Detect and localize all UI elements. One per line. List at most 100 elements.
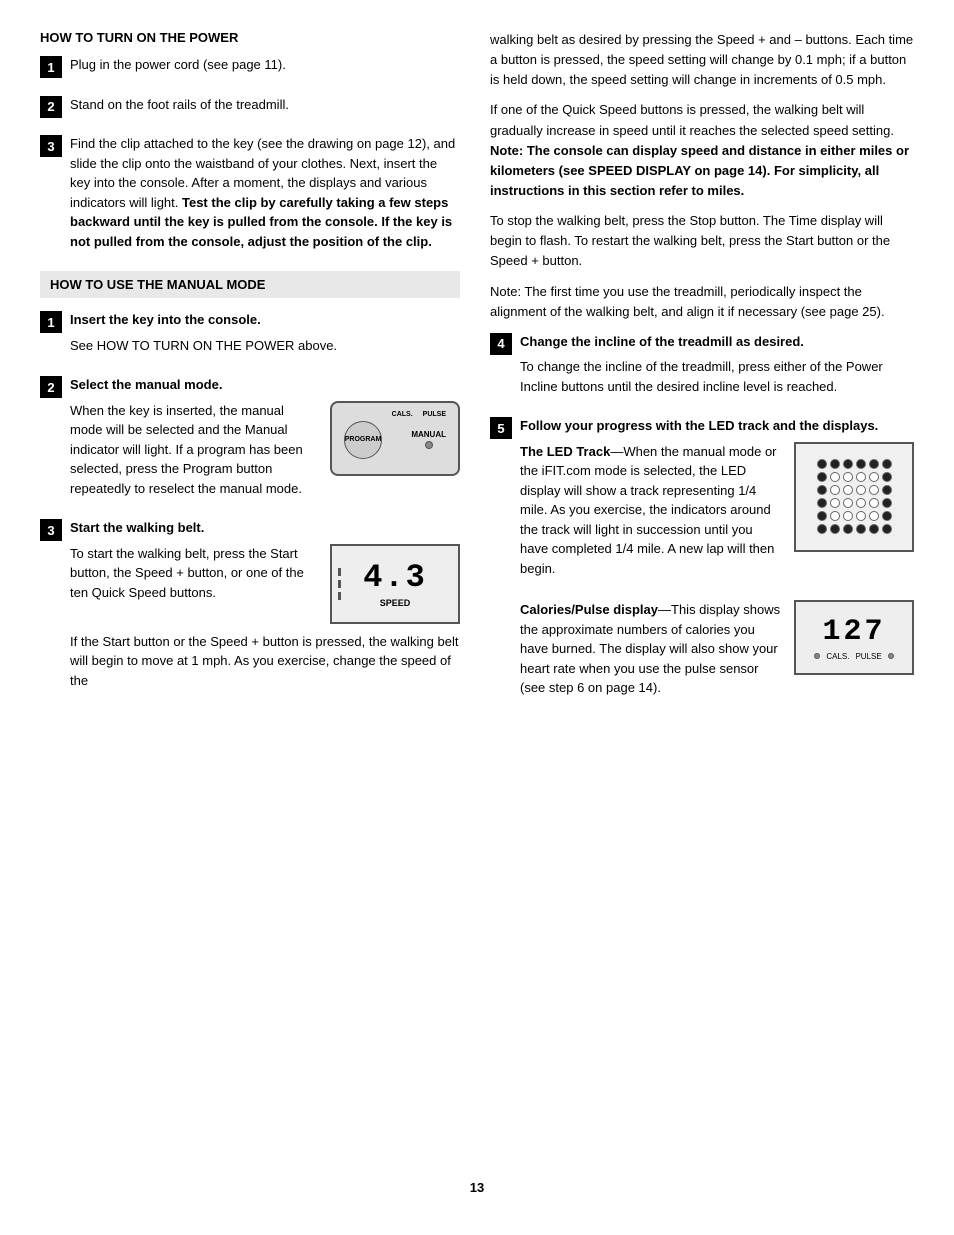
led-dot [817,485,827,495]
page-number: 13 [40,1180,914,1195]
pulse-indicator-dot [888,653,894,659]
right-step-5: 5 Follow your progress with the LED trac… [490,416,914,704]
console-cals-label: CALS. [392,411,413,418]
right-top-text: walking belt as desired by pressing the … [490,30,914,322]
tick2 [338,580,341,588]
led-dot [869,498,879,508]
led-dot [882,459,892,469]
led-dot [817,524,827,534]
led-track-bold: The LED Track [520,444,610,459]
led-dot [817,498,827,508]
left-column: HOW TO TURN ON THE POWER 1 Plug in the p… [40,30,460,1160]
manual-indicator-label: MANUAL [411,430,446,439]
pulse-footer-label: PULSE [855,652,881,661]
led-dot [843,524,853,534]
manual-step2-content: Select the manual mode. When the key is … [70,375,460,504]
led-row-4 [817,498,892,508]
led-dot [882,524,892,534]
right-step-4: 4 Change the incline of the treadmill as… [490,332,914,403]
right-para2: If one of the Quick Speed buttons is pre… [490,100,914,201]
program-label: PROGRAM [345,436,382,443]
step-1-power: 1 Plug in the power cord (see page 11). [40,55,460,81]
manual-step1-text: See HOW TO TURN ON THE POWER above. [70,336,460,356]
manual-step2-text: When the key is inserted, the manual mod… [70,401,320,505]
manual-step3-content: Start the walking belt. To start the wal… [70,518,460,696]
led-dot [830,498,840,508]
led-row-2 [817,472,892,482]
led-track-illustration [794,442,914,552]
manual-step1-badge: 1 [40,311,62,333]
console-illustration: CALS. PULSE PROGRAM MANUAL [330,401,460,476]
led-dot [830,524,840,534]
led-dot [856,498,866,508]
led-dot [843,485,853,495]
step5-badge: 5 [490,417,512,439]
step-3-power: 3 Find the clip attached to the key (see… [40,134,460,257]
led-dot [869,524,879,534]
cals-indicator-dot [814,653,820,659]
manual-step-2: 2 Select the manual mode. When the key i… [40,375,460,504]
led-track-content: —When the manual mode or the iFIT.com mo… [520,444,777,576]
led-dot [843,511,853,521]
led-dot [817,472,827,482]
step5-content: Follow your progress with the LED track … [520,416,914,704]
step4-content: Change the incline of the treadmill as d… [520,332,914,403]
cals-footer: CALS. PULSE [814,652,893,661]
led-dot [830,485,840,495]
led-dot [882,485,892,495]
two-column-layout: HOW TO TURN ON THE POWER 1 Plug in the p… [40,30,914,1160]
manual-step-3: 3 Start the walking belt. To start the w… [40,518,460,696]
led-dot [882,472,892,482]
led-dot [843,459,853,469]
right-para3: To stop the walking belt, press the Stop… [490,211,914,271]
step3-content: Find the clip attached to the key (see t… [70,134,460,257]
led-track-section: The LED Track—When the manual mode or th… [520,442,914,585]
led-dot [856,485,866,495]
right-para2-bold: Note: The console can display speed and … [490,143,909,198]
section1-title: HOW TO TURN ON THE POWER [40,30,460,45]
step4-text: To change the incline of the treadmill, … [520,357,914,396]
right-column: walking belt as desired by pressing the … [490,30,914,1160]
section2-title: HOW TO USE THE MANUAL MODE [40,271,460,298]
led-dot [856,459,866,469]
cals-para: Calories/Pulse display—This display show… [520,600,784,698]
cals-bold: Calories/Pulse display [520,602,658,617]
manual-step3-with-image: To start the walking belt, press the Sta… [70,544,460,624]
program-button[interactable]: PROGRAM [344,421,382,459]
tick1 [338,568,341,576]
led-track-text: The LED Track—When the manual mode or th… [520,442,784,585]
led-dot [843,498,853,508]
led-row-1 [817,459,892,469]
step1-content: Plug in the power cord (see page 11). [70,55,460,81]
right-para4: Note: The first time you use the treadmi… [490,282,914,322]
manual-step2-para: When the key is inserted, the manual mod… [70,401,320,499]
manual-step1-bold: Insert the key into the console. [70,310,460,330]
led-dot [830,472,840,482]
cals-footer-label: CALS. [826,652,849,661]
console-pulse-label: PULSE [423,411,446,418]
led-row-6 [817,524,892,534]
led-dot [869,485,879,495]
manual-step3-para1: To start the walking belt, press the Sta… [70,544,320,603]
led-row-5 [817,511,892,521]
led-dot [817,511,827,521]
calories-pulse-section: Calories/Pulse display—This display show… [520,600,914,704]
led-dot [856,524,866,534]
manual-step2-bold: Select the manual mode. [70,377,222,392]
led-dot [830,459,840,469]
led-grid [817,459,892,534]
manual-step3-text: To start the walking belt, press the Sta… [70,544,320,609]
cals-text-area: Calories/Pulse display—This display show… [520,600,784,704]
tick3 [338,592,341,600]
manual-step3-para2: If the Start button or the Speed + butto… [70,632,460,691]
led-dot [882,498,892,508]
speed-left-indicator [338,568,341,600]
step2-text: Stand on the foot rails of the treadmill… [70,95,460,115]
speed-label-display: SPEED [380,598,411,608]
speed-display-illustration: 4.3 SPEED [330,544,460,624]
manual-step1-content: Insert the key into the console. See HOW… [70,310,460,361]
led-dot [869,472,879,482]
led-dot [882,511,892,521]
calories-value: 127 [822,615,885,649]
led-row-3 [817,485,892,495]
